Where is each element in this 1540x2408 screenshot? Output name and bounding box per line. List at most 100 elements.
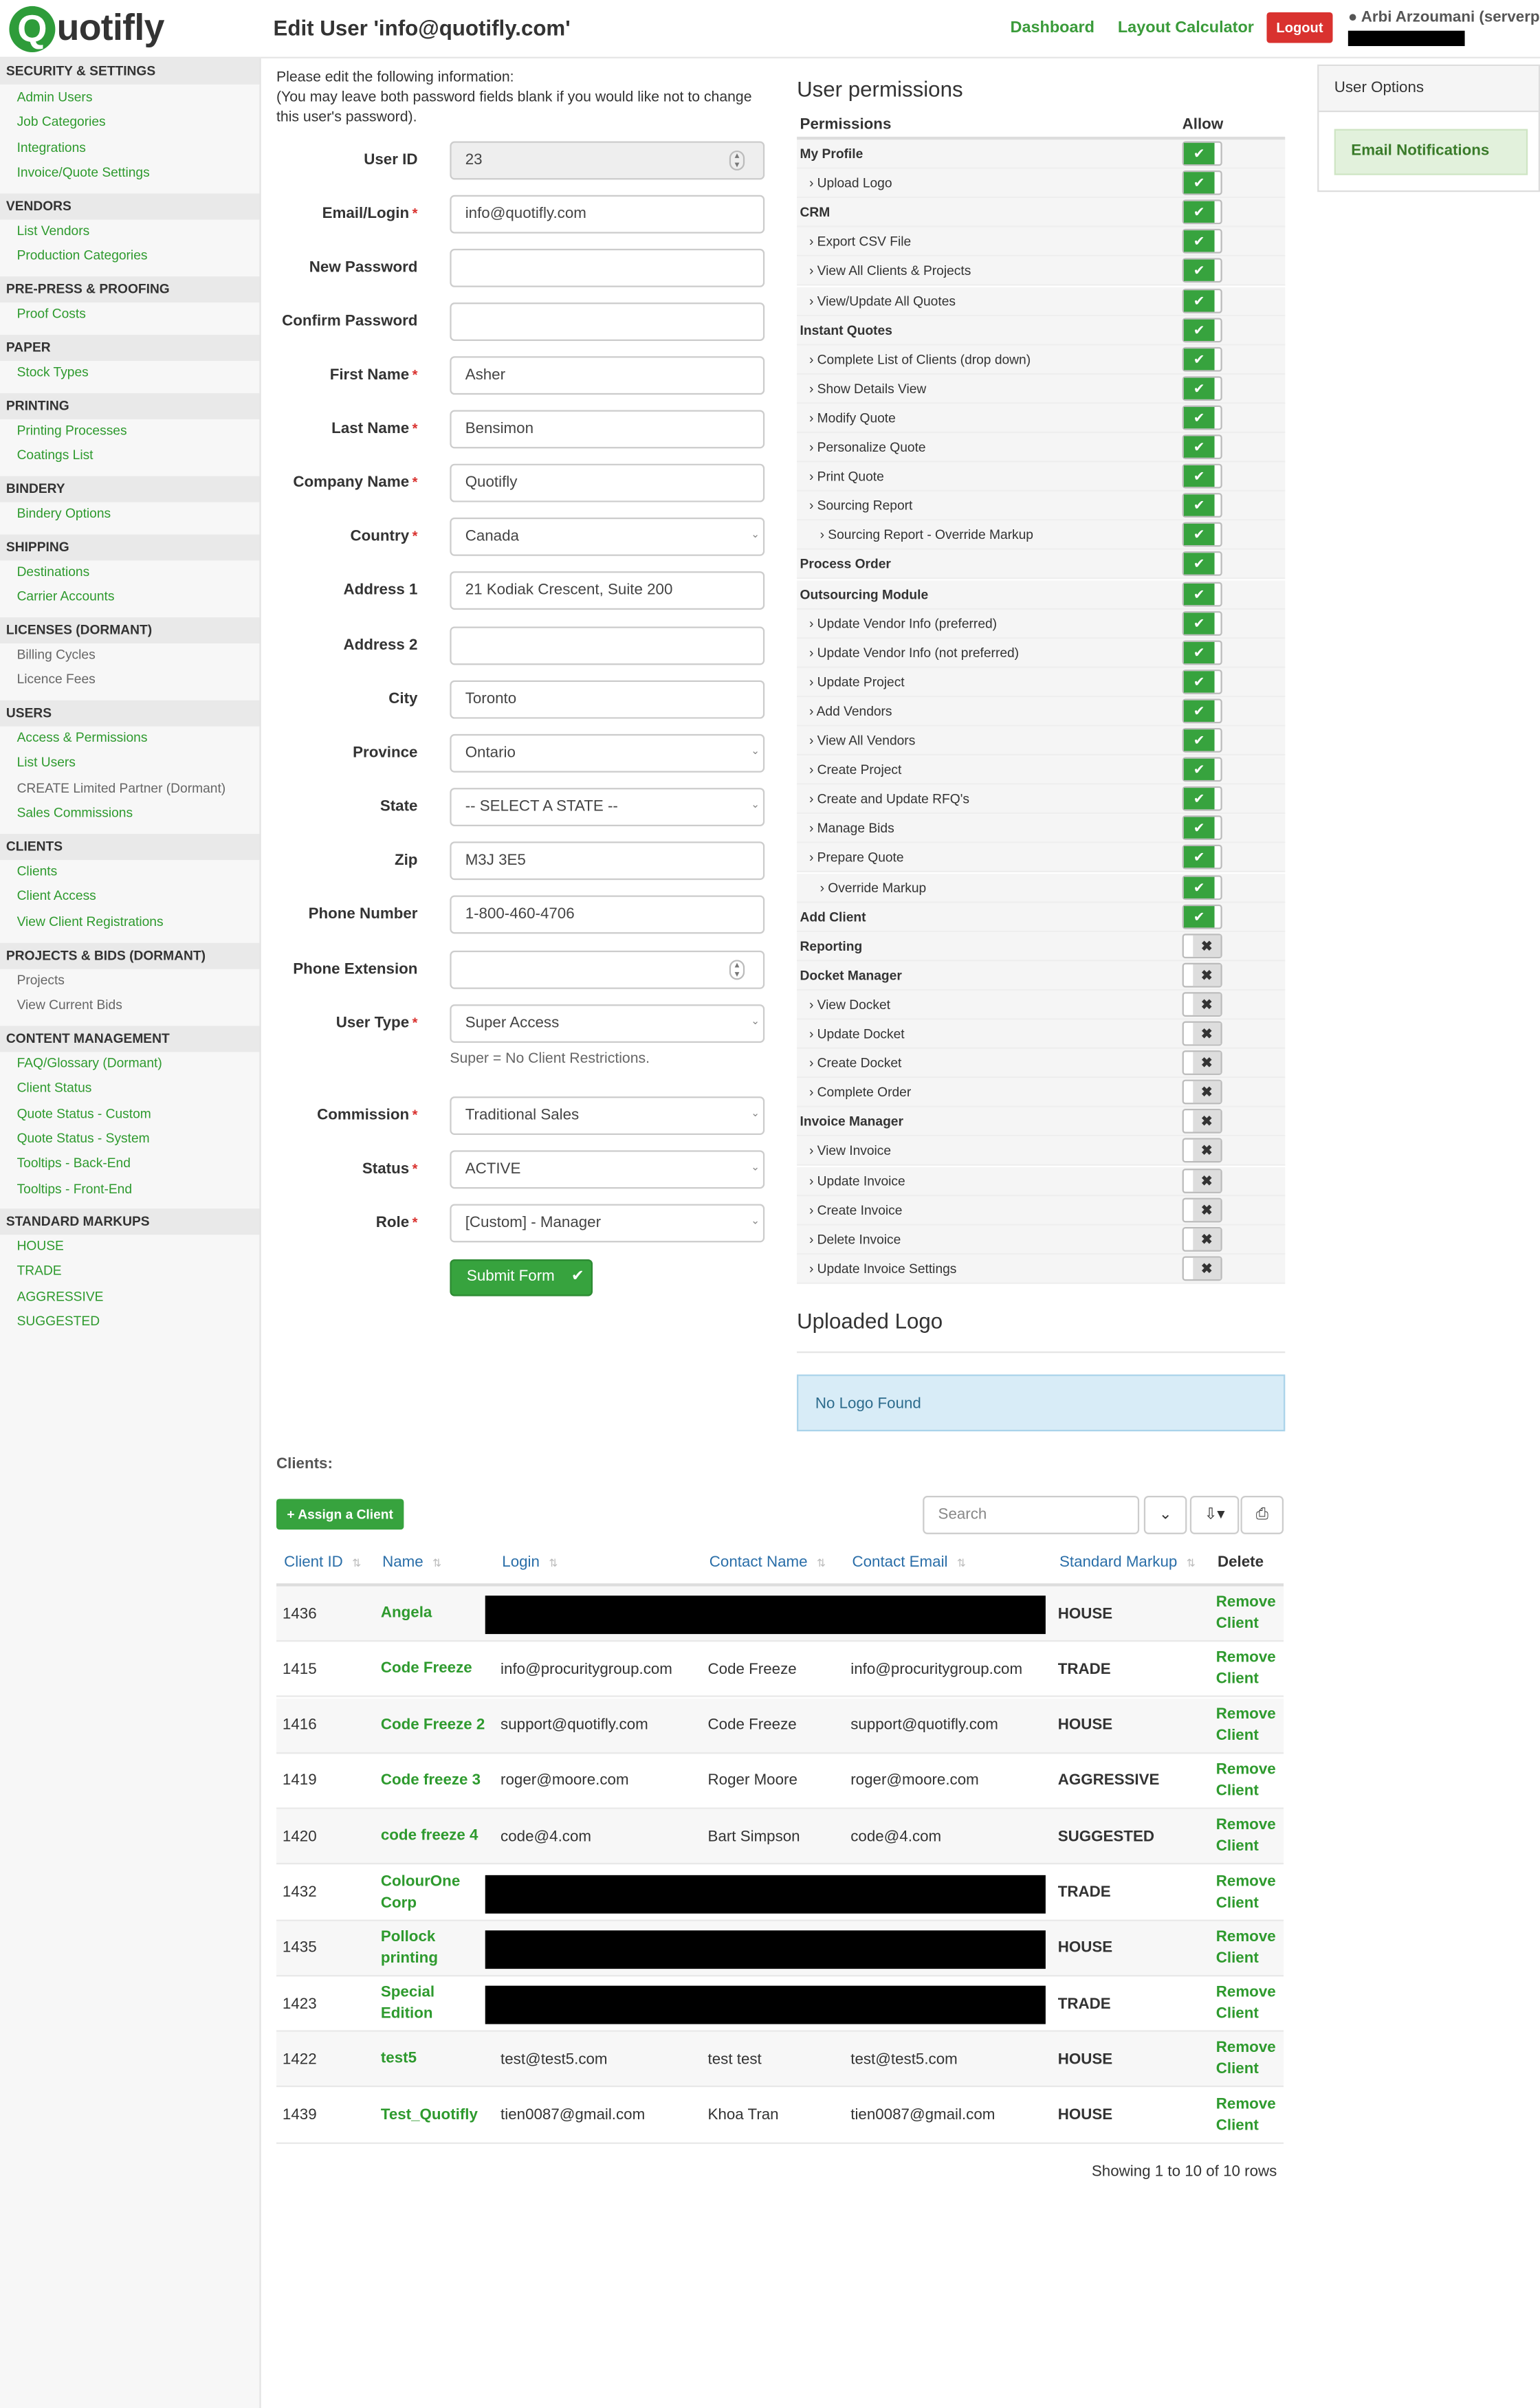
permission-toggle[interactable]: ✖ bbox=[1182, 1138, 1222, 1164]
permission-toggle[interactable]: ✔ bbox=[1182, 229, 1222, 254]
sidebar-item[interactable]: Printing Processes bbox=[17, 422, 127, 437]
form-field-3[interactable] bbox=[450, 302, 765, 341]
permission-toggle[interactable]: ✔ bbox=[1182, 199, 1222, 225]
form-field-9[interactable] bbox=[450, 626, 765, 665]
remove-client-link[interactable]: Remove Client bbox=[1216, 1809, 1277, 1864]
permission-toggle[interactable]: ✖ bbox=[1182, 1197, 1222, 1222]
spinner-icon[interactable]: ▴ ▾ bbox=[729, 150, 745, 170]
client-name-link[interactable]: code freeze 4 bbox=[381, 1809, 488, 1864]
sidebar-item[interactable]: Destinations bbox=[17, 564, 90, 579]
submit-form-button[interactable]: Submit Form ✔ bbox=[450, 1259, 593, 1296]
remove-client-link[interactable]: Remove Client bbox=[1216, 2088, 1277, 2143]
permission-toggle[interactable]: ✔ bbox=[1182, 757, 1222, 782]
permission-toggle[interactable]: ✔ bbox=[1182, 874, 1222, 900]
sidebar-item[interactable]: HOUSE bbox=[17, 1238, 64, 1253]
client-name-link[interactable]: Angela bbox=[381, 1587, 488, 1642]
client-name-link[interactable]: test5 bbox=[381, 2033, 488, 2088]
sidebar-item[interactable]: Access & Permissions bbox=[17, 729, 148, 744]
form-field-14[interactable]: 1-800-460-4706 bbox=[450, 895, 765, 934]
permission-toggle[interactable]: ✖ bbox=[1182, 1079, 1222, 1105]
sidebar-item[interactable]: Job Categories bbox=[17, 114, 106, 129]
sidebar-item[interactable]: View Current Bids bbox=[17, 997, 122, 1013]
logout-button[interactable]: Logout bbox=[1266, 12, 1333, 43]
remove-client-link[interactable]: Remove Client bbox=[1216, 2033, 1277, 2088]
sidebar-item[interactable]: TRADE bbox=[17, 1263, 62, 1278]
permission-toggle[interactable]: ✔ bbox=[1182, 727, 1222, 753]
form-field-1[interactable]: info@quotifly.com bbox=[450, 195, 765, 234]
column-header[interactable]: Contact Email ⇅ bbox=[852, 1554, 966, 1571]
sidebar-item[interactable]: Carrier Accounts bbox=[17, 588, 115, 604]
sidebar-item[interactable]: Client Access bbox=[17, 888, 96, 903]
clients-search-input[interactable]: Search bbox=[923, 1496, 1140, 1534]
form-field-10[interactable]: Toronto bbox=[450, 680, 765, 719]
permission-toggle[interactable]: ✔ bbox=[1182, 903, 1222, 929]
client-name-link[interactable]: Test_Quotifly bbox=[381, 2088, 488, 2143]
client-name-link[interactable]: Pollock printing bbox=[381, 1921, 488, 1976]
client-name-link[interactable]: ColourOne Corp bbox=[381, 1865, 488, 1920]
sidebar-item[interactable]: Tooltips - Back-End bbox=[17, 1155, 131, 1170]
sidebar-item[interactable]: Admin Users bbox=[17, 89, 93, 104]
column-header[interactable]: Client ID ⇅ bbox=[284, 1554, 361, 1571]
sidebar-item[interactable]: Invoice/Quote Settings bbox=[17, 164, 150, 179]
form-field-12[interactable]: -- SELECT A STATE -- bbox=[450, 788, 765, 826]
permission-toggle[interactable]: ✔ bbox=[1182, 581, 1222, 606]
client-name-link[interactable]: Code Freeze 2 bbox=[381, 1698, 488, 1753]
layout-calculator-link[interactable]: Layout Calculator bbox=[1118, 19, 1254, 37]
client-name-link[interactable]: Special Edition bbox=[381, 1976, 488, 2031]
spinner-icon[interactable]: ▴ ▾ bbox=[729, 960, 745, 980]
export-button[interactable]: ⇩▾ bbox=[1189, 1496, 1240, 1534]
columns-toggle-button[interactable]: ⌄ bbox=[1143, 1496, 1187, 1534]
current-user[interactable]: ● Arbi Arzoumani (serverpi bbox=[1348, 9, 1540, 26]
permission-toggle[interactable]: ✔ bbox=[1182, 287, 1222, 313]
permission-toggle[interactable]: ✔ bbox=[1182, 786, 1222, 812]
form-field-16[interactable]: Super Access bbox=[450, 1004, 765, 1043]
remove-client-link[interactable]: Remove Client bbox=[1216, 1587, 1277, 1642]
sidebar-item[interactable]: Sales Commissions bbox=[17, 804, 133, 819]
form-field-13[interactable]: M3J 3E5 bbox=[450, 841, 765, 881]
permission-toggle[interactable]: ✔ bbox=[1182, 493, 1222, 518]
form-field-15[interactable] bbox=[450, 950, 765, 989]
sidebar-item[interactable]: Quote Status - Custom bbox=[17, 1105, 151, 1120]
sidebar-item[interactable]: Client Status bbox=[17, 1080, 92, 1095]
sidebar-item[interactable]: Stock Types bbox=[17, 364, 89, 379]
permission-toggle[interactable]: ✖ bbox=[1182, 991, 1222, 1017]
sidebar-item[interactable]: Clients bbox=[17, 863, 58, 879]
sidebar-item[interactable]: Proof Costs bbox=[17, 306, 86, 321]
remove-client-link[interactable]: Remove Client bbox=[1216, 1754, 1277, 1809]
permission-toggle[interactable]: ✔ bbox=[1182, 522, 1222, 548]
form-field-2[interactable] bbox=[450, 248, 765, 287]
permission-toggle[interactable]: ✖ bbox=[1182, 1109, 1222, 1134]
column-header[interactable]: Contact Name ⇅ bbox=[710, 1554, 826, 1571]
permission-toggle[interactable]: ✖ bbox=[1182, 1050, 1222, 1076]
sidebar-item[interactable]: Production Categories bbox=[17, 247, 148, 263]
permission-toggle[interactable]: ✖ bbox=[1182, 933, 1222, 958]
sidebar-item[interactable]: Bindery Options bbox=[17, 505, 111, 520]
remove-client-link[interactable]: Remove Client bbox=[1216, 1698, 1277, 1753]
client-name-link[interactable]: Code freeze 3 bbox=[381, 1754, 488, 1809]
sidebar-item[interactable]: Licence Fees bbox=[17, 672, 96, 687]
permission-toggle[interactable]: ✖ bbox=[1182, 1226, 1222, 1252]
sidebar-item[interactable]: Billing Cycles bbox=[17, 647, 96, 662]
client-name-link[interactable]: Code Freeze bbox=[381, 1642, 488, 1697]
sidebar-item[interactable]: Projects bbox=[17, 972, 65, 987]
remove-client-link[interactable]: Remove Client bbox=[1216, 1921, 1277, 1976]
permission-toggle[interactable]: ✔ bbox=[1182, 639, 1222, 665]
column-header[interactable]: Name ⇅ bbox=[382, 1554, 441, 1571]
sidebar-item[interactable]: Quote Status - System bbox=[17, 1130, 150, 1145]
column-header[interactable]: Login ⇅ bbox=[502, 1554, 558, 1571]
remove-client-link[interactable]: Remove Client bbox=[1216, 1865, 1277, 1920]
sidebar-item[interactable]: FAQ/Glossary (Dormant) bbox=[17, 1055, 162, 1070]
permission-toggle[interactable]: ✔ bbox=[1182, 434, 1222, 459]
permission-toggle[interactable]: ✖ bbox=[1182, 1256, 1222, 1281]
permission-toggle[interactable]: ✖ bbox=[1182, 1168, 1222, 1193]
permission-toggle[interactable]: ✔ bbox=[1182, 375, 1222, 401]
permission-toggle[interactable]: ✔ bbox=[1182, 258, 1222, 283]
permission-toggle[interactable]: ✔ bbox=[1182, 405, 1222, 430]
form-field-7[interactable]: Canada bbox=[450, 517, 765, 556]
form-field-6[interactable]: Quotifly bbox=[450, 463, 765, 502]
form-field-17[interactable]: Traditional Sales bbox=[450, 1096, 765, 1135]
sidebar-item[interactable]: CREATE Limited Partner (Dormant) bbox=[17, 780, 226, 795]
sidebar-item[interactable]: List Users bbox=[17, 755, 76, 770]
quotifly-logo[interactable]: Q uotifly bbox=[9, 3, 164, 55]
sidebar-item[interactable]: SUGGESTED bbox=[17, 1313, 100, 1328]
